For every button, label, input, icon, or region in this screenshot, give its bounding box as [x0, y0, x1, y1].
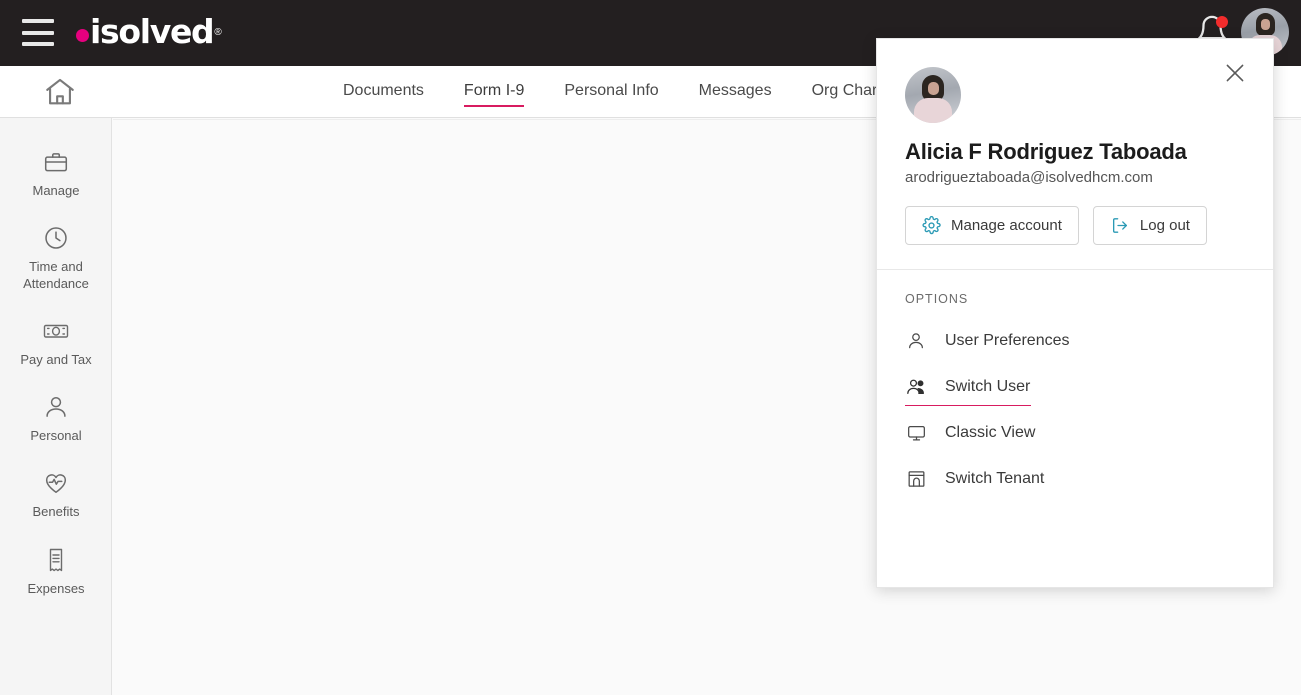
account-actions: Manage account Log out [905, 206, 1245, 245]
sidebar-item-manage[interactable]: Manage [0, 136, 112, 212]
notification-badge [1216, 16, 1228, 28]
options-list: User Preferences Switch User Classic Vie… [877, 306, 1273, 502]
briefcase-icon [43, 147, 69, 177]
menu-item-label: Classic View [945, 424, 1036, 441]
avatar-face [1261, 19, 1270, 30]
log-out-label: Log out [1139, 217, 1190, 234]
close-glyph [1226, 64, 1244, 82]
manage-account-button[interactable]: Manage account [905, 206, 1079, 245]
nav-item-form-i9[interactable]: Form I-9 [463, 81, 525, 107]
nav-item-label: Messages [698, 81, 772, 99]
building-icon [905, 469, 927, 489]
avatar-face [928, 82, 939, 95]
menu-item-label: Switch User [945, 378, 1031, 395]
logout-icon [1110, 216, 1130, 235]
menu-item-label: User Preferences [945, 332, 1070, 349]
nav-item-label: Personal Info [564, 81, 659, 99]
log-out-button[interactable]: Log out [1092, 206, 1207, 245]
nav-item-documents[interactable]: Documents [343, 82, 424, 103]
person-icon [43, 392, 69, 422]
logo-registered-mark: ® [214, 26, 222, 38]
hamburger-line [22, 19, 54, 23]
home-glyph [46, 78, 74, 105]
sidebar-item-label: Manage [32, 183, 80, 198]
user-email: arodrigueztaboada@isolvedhcm.com [905, 169, 1153, 186]
menu-item-switch-tenant[interactable]: Switch Tenant [877, 456, 1273, 502]
sidebar-item-label: Pay and Tax [20, 351, 92, 367]
nav-item-label: Form I-9 [463, 81, 525, 99]
nav-items: Documents Form I-9 Personal Info Message… [343, 66, 882, 118]
menu-item-switch-user[interactable]: Switch User [877, 364, 1273, 410]
monitor-icon [905, 423, 927, 443]
gear-icon [922, 216, 941, 235]
nav-item-label: Org Chart [811, 81, 882, 99]
hamburger-line [22, 30, 54, 35]
person-icon [905, 331, 927, 351]
close-icon[interactable] [1222, 60, 1248, 86]
sidebar-item-label: Benefits [32, 504, 80, 520]
home-icon[interactable] [42, 75, 78, 109]
sidebar-item-personal[interactable]: Personal [0, 381, 112, 457]
sidebar-item-benefits[interactable]: Benefits [0, 457, 112, 533]
options-heading: OPTIONS [905, 292, 969, 306]
active-underline [905, 404, 1031, 406]
hamburger-line [22, 42, 54, 46]
sidebar-item-label: Expenses [27, 580, 85, 596]
nav-item-label: Documents [343, 81, 424, 99]
sidebar-item-time-and-attendance[interactable]: Time and Attendance [0, 212, 112, 305]
clock-icon [43, 223, 69, 253]
logo-text: isolved [90, 12, 215, 51]
sidebar-item-label: Personal [30, 428, 82, 443]
app-root: isolved ® Documents Form I-9 Personal In… [0, 0, 1301, 695]
sidebar-item-expenses[interactable]: Expenses [0, 534, 112, 610]
sidebar-item-label: Time and Attendance [23, 259, 89, 291]
sidebar-item-pay-and-tax[interactable]: Pay and Tax [0, 305, 112, 381]
account-menu-panel: Alicia F Rodriguez Taboada arodrigueztab… [876, 38, 1274, 588]
logo-dot-icon [76, 28, 89, 42]
menu-item-classic-view[interactable]: Classic View [877, 410, 1273, 456]
account-menu-header: Alicia F Rodriguez Taboada arodrigueztab… [877, 39, 1273, 245]
heart-pulse-icon [42, 468, 70, 498]
nav-item-personal-info[interactable]: Personal Info [564, 82, 658, 103]
hamburger-menu-icon[interactable] [22, 19, 54, 46]
receipt-icon [44, 545, 68, 575]
avatar-body [914, 98, 952, 123]
left-sidebar: Manage Time and Attendance Pay and Tax P… [0, 118, 112, 695]
isolved-logo[interactable]: isolved ® [76, 14, 222, 50]
manage-account-label: Manage account [951, 217, 1062, 234]
nav-item-org-chart[interactable]: Org Chart [812, 82, 882, 103]
nav-item-messages[interactable]: Messages [699, 82, 772, 103]
people-icon [905, 377, 927, 397]
menu-item-label: Switch Tenant [945, 470, 1045, 487]
user-name: Alicia F Rodriguez Taboada [905, 139, 1187, 164]
avatar [905, 67, 961, 123]
menu-item-user-preferences[interactable]: User Preferences [877, 318, 1273, 364]
money-icon [42, 316, 70, 346]
